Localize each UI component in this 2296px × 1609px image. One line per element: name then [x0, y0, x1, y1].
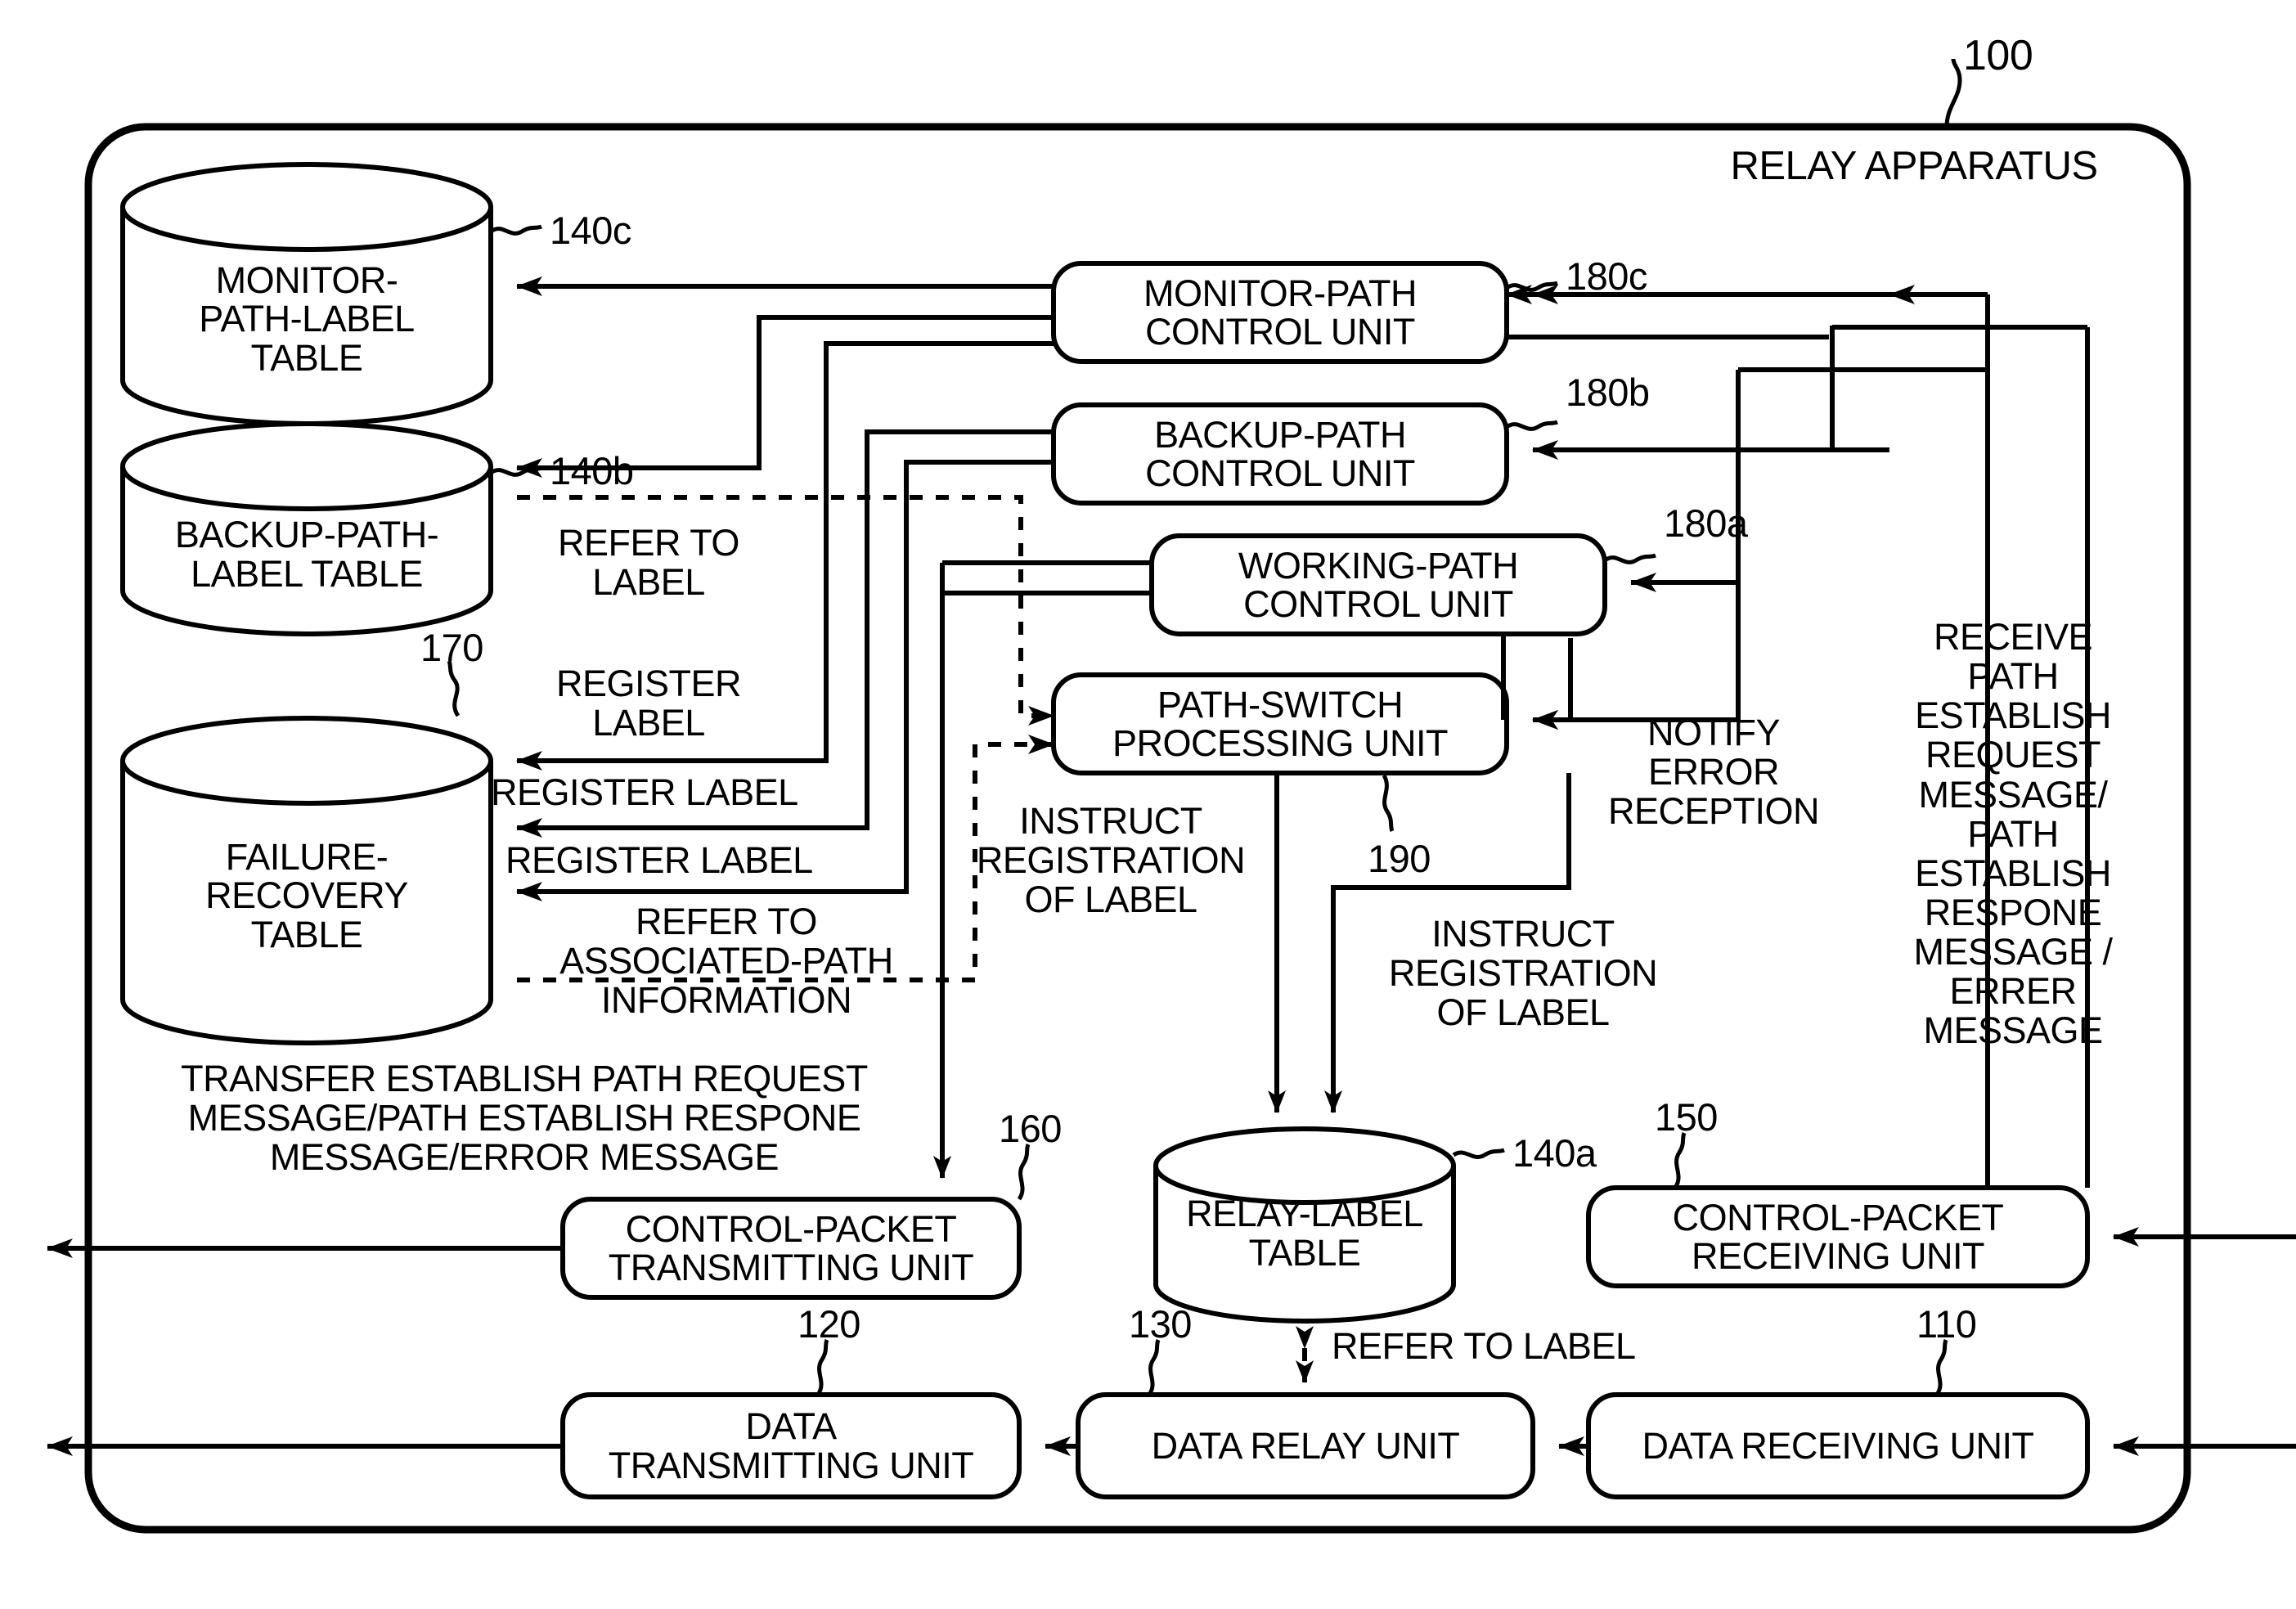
working-path-control-unit-label[interactable]: WORKING-PATH CONTROL UNIT [1152, 536, 1605, 634]
ref-170: 170 [420, 626, 483, 669]
ref-140b: 140b [550, 449, 634, 492]
annotation-register-label-3: REGISTER LABEL [505, 839, 813, 881]
annotation-instruct-registration-of-label-1: INSTRUCT REGISTRATION OF LABEL [976, 800, 1246, 921]
ref-120: 120 [798, 1302, 860, 1346]
failure-recovery-table-label: FAILURE- RECOVERY TABLE [205, 836, 408, 955]
ref-130: 130 [1129, 1302, 1192, 1346]
figure-canvas: 100 RELAY APPARATUS MONITOR- PATH-LABEL … [0, 0, 2296, 1609]
annotation-refer-to-associated-path-information: REFER TO ASSOCIATED-PATH INFORMATION [559, 901, 893, 1022]
ref-180c: 180c [1566, 254, 1647, 298]
relay-label-table-label: RELAY-LABEL TABLE [1186, 1193, 1423, 1274]
control-packet-transmitting-unit-label[interactable]: CONTROL-PACKET TRANSMITTING UNIT [563, 1199, 1019, 1297]
data-relay-unit-label[interactable]: DATA RELAY UNIT [1078, 1395, 1533, 1497]
ref-150: 150 [1655, 1095, 1718, 1139]
ref-190: 190 [1368, 837, 1431, 880]
annotation-transfer-establish-path: TRANSFER ESTABLISH PATH REQUEST MESSAGE/… [181, 1058, 868, 1179]
annotation-instruct-registration-of-label-2: INSTRUCT REGISTRATION OF LABEL [1388, 913, 1658, 1034]
monitor-path-label-table-label: MONITOR- PATH-LABEL TABLE [199, 259, 415, 379]
backup-path-label-table-label: BACKUP-PATH- LABEL TABLE [174, 514, 439, 595]
page-title: RELAY APPARATUS [1730, 144, 2098, 188]
annotation-receive-path-establish: RECEIVE PATH ESTABLISH REQUEST MESSAGE/ … [1913, 616, 2113, 1052]
data-transmitting-unit-label[interactable]: DATA TRANSMITTING UNIT [563, 1395, 1019, 1497]
annotation-notify-error-reception: NOTIFY ERROR RECEPTION [1607, 712, 1820, 833]
ref-180a: 180a [1664, 501, 1748, 545]
annotation-refer-to-label-1: REFER TO LABEL [558, 522, 739, 604]
ref-110: 110 [1916, 1302, 1977, 1346]
control-packet-receiving-unit-label[interactable]: CONTROL-PACKET RECEIVING UNIT [1588, 1188, 2087, 1286]
ref-160: 160 [999, 1107, 1062, 1150]
annotation-register-label-1: REGISTER LABEL [555, 663, 742, 744]
path-switch-processing-unit-label[interactable]: PATH-SWITCH PROCESSING UNIT [1054, 675, 1507, 773]
apparatus-ref-100: 100 [1963, 32, 2033, 79]
ref-140c: 140c [550, 209, 631, 252]
monitor-path-control-unit-label[interactable]: MONITOR-PATH CONTROL UNIT [1054, 263, 1507, 362]
ref-140a: 140a [1512, 1131, 1597, 1175]
annotation-register-label-2: REGISTER LABEL [491, 771, 798, 813]
ref-180b: 180b [1566, 371, 1650, 414]
annotation-refer-to-label-2: REFER TO LABEL [1332, 1325, 1636, 1367]
data-receiving-unit-label[interactable]: DATA RECEIVING UNIT [1588, 1395, 2087, 1497]
backup-path-control-unit-label[interactable]: BACKUP-PATH CONTROL UNIT [1054, 405, 1507, 503]
